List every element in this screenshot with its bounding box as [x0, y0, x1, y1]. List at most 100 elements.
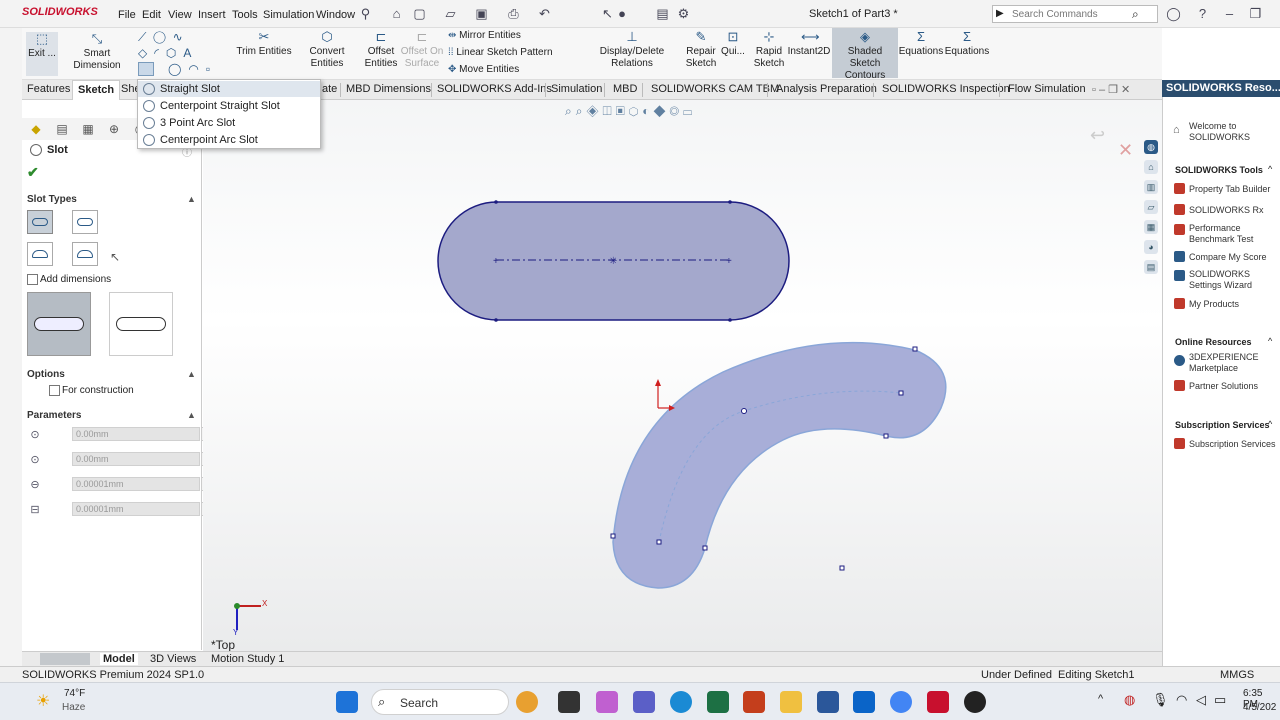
ellipse-fillet-point-icons[interactable]: ◯◠▫	[168, 62, 217, 76]
equations-button-1[interactable]: Σ Equations	[898, 30, 944, 58]
solidworks-taskbar-icon[interactable]	[927, 691, 949, 713]
collapse-caret-icon[interactable]: ▲	[187, 410, 196, 420]
shaded-sketch-contours-button[interactable]: ◈ Shaded Sketch Contours	[832, 28, 898, 81]
link-settings-wizard[interactable]: SOLIDWORKS Settings Wizard	[1189, 269, 1279, 291]
tab-sketch[interactable]: Sketch	[72, 80, 121, 100]
collapse-caret-icon[interactable]: ▲	[187, 194, 196, 204]
windows-start-icon[interactable]	[336, 691, 358, 713]
centerpoint-arc-slot-type-button[interactable]	[72, 242, 98, 266]
link-performance-benchmark[interactable]: Performance Benchmark Test	[1189, 223, 1279, 245]
github-icon[interactable]	[964, 691, 986, 713]
tab-mbd[interactable]: MBD	[613, 83, 637, 95]
tab-solidworks-add-ins[interactable]: SOLIDWORKS Add-Ins	[437, 83, 552, 95]
arc-slot-sketch[interactable]	[612, 341, 947, 589]
wifi-icon[interactable]: ◠	[1176, 692, 1187, 708]
convert-entities-button[interactable]: ⬡ Convert Entities	[293, 30, 361, 70]
configuration-manager-icon[interactable]: ▦	[80, 121, 96, 137]
clock-date[interactable]: 4/5/202	[1243, 702, 1276, 713]
quick-snaps-button[interactable]: ⊡ Qui...	[720, 30, 746, 58]
menu-item-centerpoint-arc-slot[interactable]: Centerpoint Arc Slot	[138, 132, 320, 148]
search-highlight-icon[interactable]	[516, 691, 538, 713]
tab-solidworks-cam-tbm[interactable]: SOLIDWORKS CAM TBM	[651, 83, 779, 95]
menu-item-3-point-arc-slot[interactable]: 3 Point Arc Slot	[138, 115, 320, 131]
collapse-caret-icon[interactable]: ^	[1268, 164, 1272, 174]
design-library-icon[interactable]: ▥	[1144, 180, 1158, 194]
home-icon[interactable]: ⌂	[389, 6, 404, 21]
menu-simulation[interactable]: Simulation	[263, 9, 314, 21]
tab-3d-views[interactable]: 3D Views	[150, 653, 196, 665]
link-solidworks-rx[interactable]: SOLIDWORKS Rx	[1189, 205, 1279, 216]
file-properties-icon[interactable]: ▤	[655, 6, 670, 21]
mirror-entities-button[interactable]: ⇹ Mirror Entities	[448, 30, 521, 41]
chrome-icon[interactable]	[890, 691, 912, 713]
tab-analysis-preparation[interactable]: Analysis Preparation	[776, 83, 877, 95]
link-subscription-services[interactable]: Subscription Services	[1189, 439, 1279, 450]
outlook-icon[interactable]	[853, 691, 875, 713]
tab-scroll-arrows[interactable]	[40, 653, 90, 665]
globe-icon[interactable]: ◍	[1144, 140, 1158, 154]
param-length-field[interactable]: 0.00001mm	[72, 502, 200, 516]
straight-slot-type-button[interactable]	[27, 210, 53, 234]
tab-evaluate[interactable]: ate	[322, 83, 337, 95]
security-icon[interactable]: ◍	[1124, 692, 1135, 708]
link-3dexperience-marketplace[interactable]: 3DEXPERIENCE Marketplace	[1189, 352, 1279, 374]
file-explorer-icon[interactable]: ▱	[1144, 200, 1158, 214]
ok-checkmark-icon[interactable]: ✔	[27, 164, 39, 181]
sketch-canvas[interactable]: + ✳ +	[203, 100, 1162, 651]
battery-icon[interactable]: ▭	[1214, 692, 1226, 708]
link-partner-solutions[interactable]: Partner Solutions	[1189, 381, 1279, 392]
smart-dimension-button[interactable]: ⤡ Smart Dimension	[60, 32, 134, 72]
word-icon[interactable]	[817, 691, 839, 713]
rebuild-icon[interactable]: ●	[612, 6, 632, 21]
param-y-field[interactable]: 0.00mm	[72, 452, 200, 466]
collapse-caret-icon[interactable]: ▲	[187, 369, 196, 379]
menu-item-straight-slot[interactable]: Straight Slot	[138, 81, 320, 97]
undo-icon[interactable]: ↶	[537, 6, 552, 21]
param-x-field[interactable]: 0.00mm	[72, 427, 200, 441]
view-palette-icon[interactable]: ▦	[1144, 220, 1158, 234]
custom-properties-icon[interactable]: ▤	[1144, 260, 1158, 274]
slot-tool-icon[interactable]	[138, 62, 154, 76]
link-property-tab-builder[interactable]: Property Tab Builder	[1189, 184, 1279, 195]
save-icon[interactable]: ▣	[474, 6, 489, 21]
tab-mbd-dimensions[interactable]: MBD Dimensions	[346, 83, 431, 95]
search-commands-box[interactable]: ▶ Search Commands ⌕	[992, 5, 1158, 23]
minimize-icon[interactable]: –	[1222, 6, 1237, 21]
rectangle-arc-polygon-icons[interactable]: ◇◜⬡A	[138, 46, 198, 60]
restore-icon[interactable]: ❐	[1248, 6, 1263, 21]
menu-file[interactable]: File	[118, 9, 136, 21]
file-explorer-icon[interactable]	[780, 691, 802, 713]
search-icon[interactable]: ⌕	[1132, 7, 1139, 22]
hidden-icons-chevron-icon[interactable]: ^	[1098, 693, 1103, 705]
menu-window[interactable]: Window	[316, 9, 355, 21]
menu-item-centerpoint-straight-slot[interactable]: Centerpoint Straight Slot	[138, 98, 320, 114]
add-dimensions-checkbox[interactable]	[27, 274, 38, 285]
search-input[interactable]: Search Commands	[1012, 9, 1098, 20]
tab-solidworks-inspection[interactable]: SOLIDWORKS Inspection	[882, 83, 1010, 95]
offset-entities-button[interactable]: ⊏ Offset Entities	[364, 30, 398, 70]
teams-icon[interactable]	[633, 691, 655, 713]
tab-model[interactable]: Model	[100, 653, 138, 665]
unit-system[interactable]: MMGS	[1220, 669, 1254, 681]
appearances-icon[interactable]: ◕	[1144, 240, 1158, 254]
link-compare-score[interactable]: Compare My Score	[1189, 252, 1279, 263]
options-gear-icon[interactable]: ⚙	[676, 6, 691, 21]
help-icon[interactable]: ?	[1195, 6, 1210, 21]
menu-edit[interactable]: Edit	[142, 9, 161, 21]
new-document-icon[interactable]: ▢	[412, 6, 427, 21]
microphone-icon[interactable]: 🎙	[1152, 692, 1169, 708]
volume-icon[interactable]: ◁	[1196, 692, 1206, 708]
overall-length-option-button[interactable]	[27, 292, 91, 356]
center-to-center-option-button[interactable]	[109, 292, 173, 356]
home-icon[interactable]: ⌂	[1144, 160, 1158, 174]
display-delete-relations-button[interactable]: ⊥ Display/Delete Relations	[580, 30, 684, 70]
tab-features[interactable]: Features	[27, 83, 70, 95]
offset-on-surface-button[interactable]: ⊏ Offset On Surface	[400, 30, 444, 70]
trim-entities-button[interactable]: ✂ Trim Entities	[236, 30, 292, 58]
rapid-sketch-button[interactable]: ⊹ Rapid Sketch	[752, 30, 786, 70]
exit-sketch-button[interactable]: ⬚ Exit ...	[26, 32, 58, 76]
open-icon[interactable]: ▱	[443, 6, 458, 21]
link-my-products[interactable]: My Products	[1189, 299, 1279, 310]
equations-button-2[interactable]: Σ Equations	[944, 30, 990, 58]
line-circle-spline-icons[interactable]: ⟋◯∿	[138, 30, 190, 45]
